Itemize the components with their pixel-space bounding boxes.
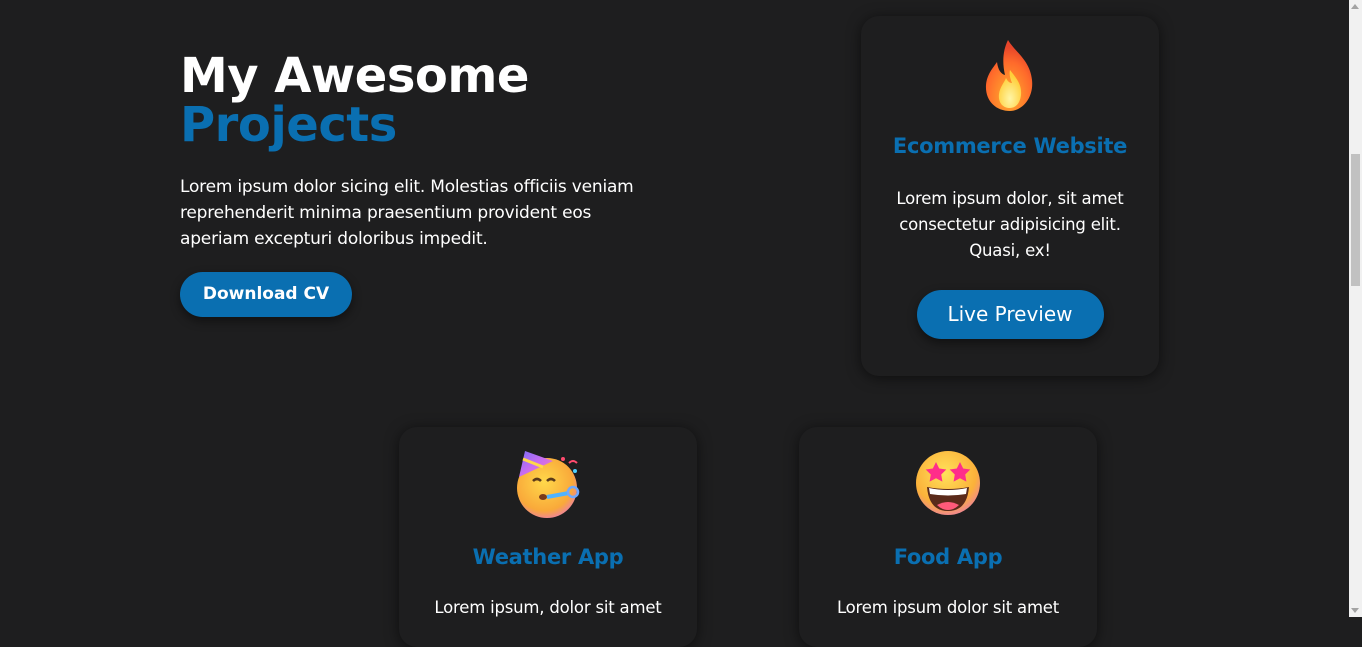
project-card-food: Food App Lorem ipsum dolor sit amet [799, 427, 1097, 647]
scrollbar-thumb[interactable] [1351, 154, 1360, 286]
project-title: Ecommerce Website [892, 134, 1128, 158]
title-line-1: My Awesome [180, 48, 529, 104]
fire-emoji-icon [975, 38, 1045, 114]
live-preview-button[interactable]: Live Preview [916, 290, 1104, 339]
title-line-2-accent: Projects [180, 97, 397, 153]
hero-section: My Awesome Projects Lorem ipsum dolor si… [180, 52, 660, 252]
project-card-weather: Weather App Lorem ipsum, dolor sit amet [399, 427, 697, 647]
project-description: Lorem ipsum dolor sit amet [836, 598, 1060, 617]
page-title: My Awesome Projects [180, 52, 660, 150]
scroll-up-arrow-icon[interactable] [1351, 4, 1359, 9]
partying-face-emoji-icon [513, 445, 583, 521]
star-struck-emoji-icon [913, 445, 983, 521]
scroll-down-arrow-icon[interactable] [1351, 608, 1359, 613]
project-card-ecommerce: Ecommerce Website Lorem ipsum dolor, sit… [861, 16, 1159, 376]
project-title: Food App [893, 545, 1003, 569]
vertical-scrollbar[interactable] [1349, 0, 1362, 617]
project-description: Lorem ipsum, dolor sit amet [434, 598, 662, 617]
hero-description: Lorem ipsum dolor sicing elit. Molestias… [180, 177, 634, 249]
download-cv-button[interactable]: Download CV [180, 272, 352, 317]
project-title: Weather App [472, 545, 624, 569]
project-description: Lorem ipsum dolor, sit amet consectetur … [896, 189, 1124, 260]
